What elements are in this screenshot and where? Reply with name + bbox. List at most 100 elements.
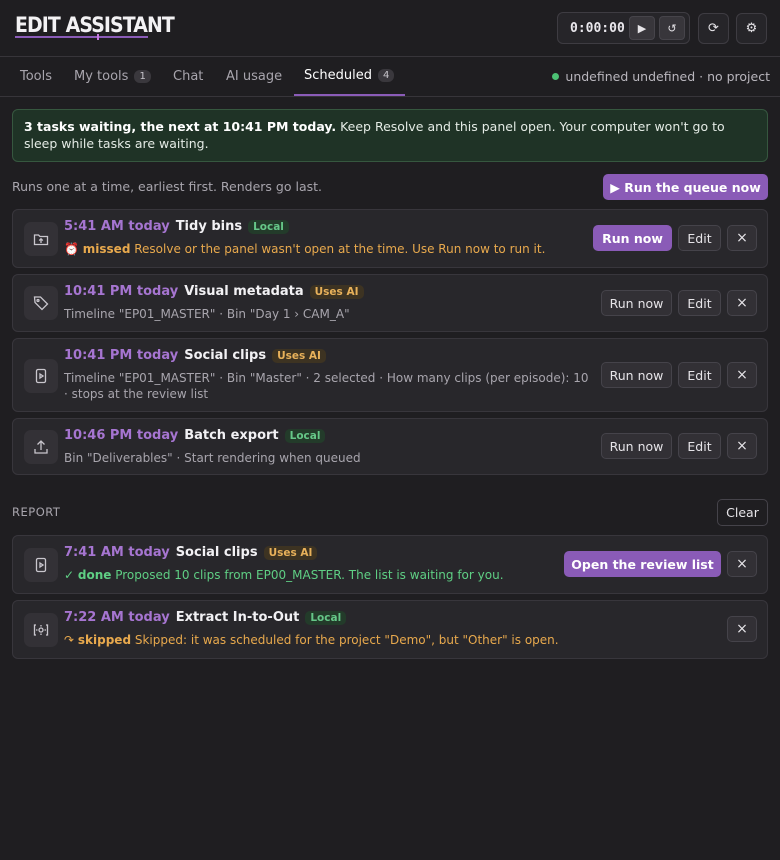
task-card: 10:41 PM today Social clips Uses AI Time… <box>12 338 768 412</box>
project-status-text: undefined undefined · no project <box>565 69 770 84</box>
edit-button[interactable]: Edit <box>678 433 721 459</box>
app-header: EDIT ASSISTANT 0:00:00 ▶ ↺ ⟳ ⚙ <box>0 0 780 57</box>
remove-button[interactable]: × <box>727 225 757 251</box>
report-tag: Uses AI <box>263 545 318 560</box>
report-card: 7:41 AM today Social clips Uses AI ✓ don… <box>12 535 768 594</box>
task-time: 10:46 PM today <box>64 428 179 443</box>
refresh-button[interactable]: ⟳ <box>698 13 729 44</box>
alarm-clock-icon: ⏰ <box>64 242 79 256</box>
report-name: Social clips <box>175 545 258 560</box>
project-status: undefined undefined · no project <box>552 69 770 84</box>
tab-ai-usage[interactable]: AI usage <box>216 57 292 96</box>
upload-icon <box>24 430 58 464</box>
report-status: skipped <box>77 633 132 647</box>
run-now-button[interactable]: Run now <box>601 433 672 459</box>
tab-label: Chat <box>173 69 204 84</box>
task-name: Tidy bins <box>175 219 243 234</box>
task-status-line: ⏰ missed Resolve or the panel wasn't ope… <box>64 241 594 257</box>
task-detail: Bin "Deliverables" · Start rendering whe… <box>64 451 361 465</box>
report-detail: Skipped: it was scheduled for the projec… <box>131 633 559 647</box>
tab-label: Tools <box>20 69 53 84</box>
dismiss-button[interactable]: × <box>727 616 757 642</box>
close-icon: × <box>736 438 748 454</box>
dismiss-button[interactable]: × <box>727 551 757 577</box>
status-dot-icon <box>552 73 560 80</box>
report-tag: Local <box>305 610 347 625</box>
run-now-button[interactable]: Run now <box>593 225 672 251</box>
tab-count-badge: 1 <box>134 70 151 83</box>
task-tag: Local <box>284 428 326 443</box>
phone-video-icon <box>24 548 58 582</box>
close-icon: × <box>736 295 748 311</box>
task-card: 10:46 PM today Batch export Local Bin "D… <box>12 418 768 475</box>
report-time: 7:22 AM today <box>64 610 170 625</box>
task-detail: Resolve or the panel wasn't open at the … <box>130 242 546 256</box>
remove-button[interactable]: × <box>727 290 757 316</box>
report-status: done <box>77 568 112 582</box>
close-icon: × <box>736 556 748 572</box>
edit-button[interactable]: Edit <box>678 225 721 251</box>
report-card: 7:22 AM today Extract In-to-Out Local ↷ … <box>12 600 768 659</box>
run-now-button[interactable]: Run now <box>601 362 672 388</box>
task-card: 5:41 AM today Tidy bins Local ⏰ missed R… <box>12 209 768 268</box>
check-icon: ✓ <box>64 568 75 582</box>
clear-report-button[interactable]: Clear <box>717 499 768 526</box>
app-logo: EDIT ASSISTANT <box>15 13 175 37</box>
tab-label: My tools <box>74 69 129 84</box>
task-tag: Uses AI <box>272 348 326 363</box>
tag-icon <box>24 286 58 320</box>
tab-count-badge: 4 <box>378 69 395 82</box>
close-icon: × <box>736 621 748 637</box>
remove-button[interactable]: × <box>727 362 757 388</box>
folder-up-icon <box>24 222 58 256</box>
run-now-button[interactable]: Run now <box>601 290 672 316</box>
extract-icon <box>24 613 58 647</box>
report-detail: Proposed 10 clips from EP00_MASTER. The … <box>111 568 504 582</box>
task-detail: Timeline "EP01_MASTER" · Bin "Master" · … <box>64 371 589 401</box>
task-card: 10:41 PM today Visual metadata Uses AI T… <box>12 274 768 332</box>
timer-widget: 0:00:00 ▶ ↺ <box>557 12 690 44</box>
task-status: missed <box>82 242 131 256</box>
tab-chat[interactable]: Chat <box>163 57 213 96</box>
queue-banner: 3 tasks waiting, the next at 10:41 PM to… <box>12 109 768 162</box>
task-name: Visual metadata <box>184 284 304 299</box>
tab-my-tools[interactable]: My tools 1 <box>64 57 161 96</box>
banner-headline: 3 tasks waiting, the next at 10:41 PM to… <box>24 119 337 134</box>
open-review-list-button[interactable]: Open the review list <box>564 551 721 577</box>
task-time: 10:41 PM today <box>64 348 179 363</box>
report-status-line: ✓ done Proposed 10 clips from EP00_MASTE… <box>64 567 594 583</box>
edit-button[interactable]: Edit <box>678 362 721 388</box>
close-icon: × <box>736 230 748 246</box>
task-tag: Uses AI <box>309 284 364 299</box>
report-time: 7:41 AM today <box>64 545 170 560</box>
settings-button[interactable]: ⚙ <box>736 13 767 44</box>
reset-icon: ↺ <box>667 21 677 35</box>
skip-arrow-icon: ↷ <box>64 633 75 647</box>
task-time: 10:41 PM today <box>64 284 179 299</box>
task-name: Batch export <box>184 428 279 443</box>
tab-label: Scheduled <box>304 68 372 83</box>
tab-label: AI usage <box>226 69 283 84</box>
remove-button[interactable]: × <box>727 433 757 459</box>
edit-button[interactable]: Edit <box>678 290 721 316</box>
report-name: Extract In-to-Out <box>175 610 300 625</box>
logo-underline <box>15 34 148 40</box>
play-icon: ▶ <box>637 21 647 35</box>
timer-display: 0:00:00 <box>570 21 625 36</box>
gear-icon: ⚙ <box>745 21 758 36</box>
phone-video-icon <box>24 359 58 393</box>
task-detail: Timeline "EP01_MASTER" · Bin "Day 1 › CA… <box>64 307 350 321</box>
task-time: 5:41 AM today <box>64 219 170 234</box>
tab-bar: Tools My tools 1 Chat AI usage Scheduled… <box>0 57 780 97</box>
queue-hint: Runs one at a time, earliest first. Rend… <box>12 179 322 194</box>
play-button[interactable]: ▶ <box>629 16 655 40</box>
task-name: Social clips <box>184 348 267 363</box>
run-queue-button[interactable]: ▶ Run the queue now <box>603 174 768 200</box>
refresh-icon: ⟳ <box>708 21 719 36</box>
tab-scheduled[interactable]: Scheduled 4 <box>294 57 405 96</box>
task-tag: Local <box>248 219 289 234</box>
tab-tools[interactable]: Tools <box>10 57 62 96</box>
report-heading: REPORT <box>12 505 61 519</box>
reset-timer-button[interactable]: ↺ <box>659 16 685 40</box>
report-status-line: ↷ skipped Skipped: it was scheduled for … <box>64 632 594 648</box>
